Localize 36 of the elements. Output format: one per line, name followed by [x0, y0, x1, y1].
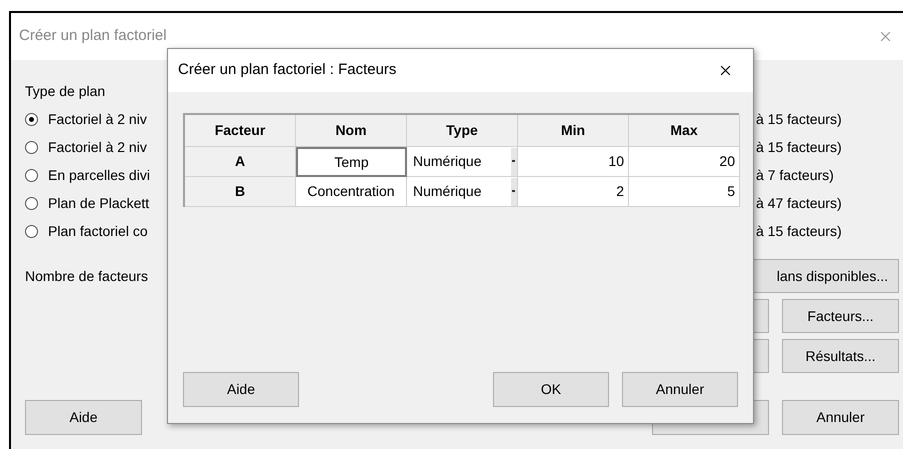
factor-count-label: Nombre de facteurs	[25, 266, 149, 286]
radio-button[interactable]	[25, 224, 38, 238]
help-button[interactable]: Aide	[183, 372, 299, 407]
type-dropdown[interactable]: Numérique	[407, 177, 518, 207]
factors-button[interactable]: Facteurs...	[782, 299, 899, 333]
ok-button[interactable]: OK	[493, 372, 609, 407]
range-label: à 15 facteurs)	[756, 222, 843, 241]
range-label: à 15 facteurs)	[756, 138, 843, 157]
radio-label: Factoriel à 2 niv	[48, 110, 147, 128]
range-label: à 15 facteurs)	[756, 110, 843, 129]
range-label: à 47 facteurs)	[756, 194, 843, 213]
radio-button[interactable]	[25, 168, 38, 182]
name-cell[interactable]: Concentration	[296, 177, 407, 207]
table-cell[interactable]: 5	[629, 177, 740, 207]
radio-button[interactable]	[25, 196, 38, 210]
close-icon[interactable]	[720, 65, 731, 76]
table-cell[interactable]: 20	[629, 147, 740, 177]
range-label: à 7 facteurs)	[756, 166, 835, 185]
radio-label: En parcelles divi	[48, 166, 150, 185]
radio-button[interactable]	[25, 140, 38, 154]
radio-label: Factoriel à 2 niv	[48, 138, 147, 156]
name-cell[interactable]: Temp	[296, 147, 407, 177]
cancel-button[interactable]: Annuler	[622, 372, 738, 407]
table-cell[interactable]: 10	[518, 147, 629, 177]
results-button[interactable]: Résultats...	[782, 339, 899, 373]
radio-button[interactable]	[25, 112, 38, 126]
table-cell[interactable]: 2	[518, 177, 629, 207]
column-header: Facteur	[185, 115, 296, 147]
window-title: Créer un plan factoriel	[19, 26, 167, 46]
cancel-button[interactable]: Annuler	[782, 400, 899, 435]
radio-label: Plan de Plackett	[48, 194, 150, 212]
help-button[interactable]: Aide	[25, 400, 142, 435]
radio-label: Plan factoriel co	[48, 222, 148, 240]
section-label: Type de plan	[25, 83, 106, 99]
dialog-title: Créer un plan factoriel : Facteurs	[178, 60, 396, 80]
type-dropdown[interactable]: Numérique	[407, 147, 518, 177]
